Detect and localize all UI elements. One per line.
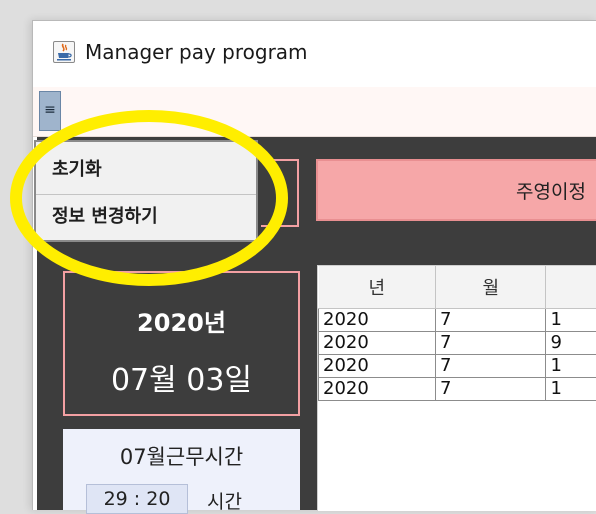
hamburger-menu-icon[interactable]: ≡ [39,91,61,131]
table-cell[interactable]: 7 [435,332,546,355]
table-cell[interactable]: 2020 [319,378,436,401]
table-cell[interactable]: 2020 [319,355,436,378]
java-cup-icon [53,41,75,63]
table-row[interactable]: 2020 7 9 [319,332,596,355]
menu-bar: ≡ [33,87,596,137]
table-cell[interactable]: 7 [435,355,546,378]
records-table: 년 월 2020 7 1 2020 7 9 [317,265,596,511]
date-panel: 2020년 07월 03일 [63,271,300,416]
table-row[interactable]: 2020 7 1 [319,355,596,378]
table-cell[interactable]: 1 [546,309,596,332]
menu-item-reset[interactable]: 초기화 [36,148,256,192]
column-header-month[interactable]: 월 [435,266,546,309]
column-header-year[interactable]: 년 [319,266,436,309]
table-row[interactable]: 2020 7 1 [319,309,596,332]
header-title: 주영이정 [516,177,586,204]
table-cell[interactable]: 9 [546,332,596,355]
table-cell[interactable]: 1 [546,355,596,378]
menu-item-edit-info[interactable]: 정보 변경하기 [36,194,256,238]
table-cell[interactable]: 2020 [319,332,436,355]
table-header-row: 년 월 [319,266,596,309]
work-hours-unit: 시간 [207,487,242,514]
table-cell[interactable]: 2020 [319,309,436,332]
date-day: 07월 03일 [65,355,298,399]
left-panel-border [261,159,299,227]
work-hours-field: 29 : 20 [86,484,188,514]
title-bar: Manager pay program [33,21,596,87]
work-hours-title: 07월근무시간 [63,441,300,471]
table-cell[interactable]: 7 [435,309,546,332]
window-title: Manager pay program [85,40,308,64]
table-row[interactable]: 2020 7 1 [319,378,596,401]
app-window: Manager pay program ≡ 주영이정 2020년 07월 03일… [32,20,596,510]
header-banner: 주영이정 [316,159,596,221]
column-header-third[interactable] [546,266,596,309]
table-cell[interactable]: 1 [546,378,596,401]
work-hours-panel: 07월근무시간 29 : 20 시간 [63,429,300,510]
popup-menu: 초기화 정보 변경하기 [34,140,258,242]
date-year: 2020년 [65,303,298,338]
table-cell[interactable]: 7 [435,378,546,401]
